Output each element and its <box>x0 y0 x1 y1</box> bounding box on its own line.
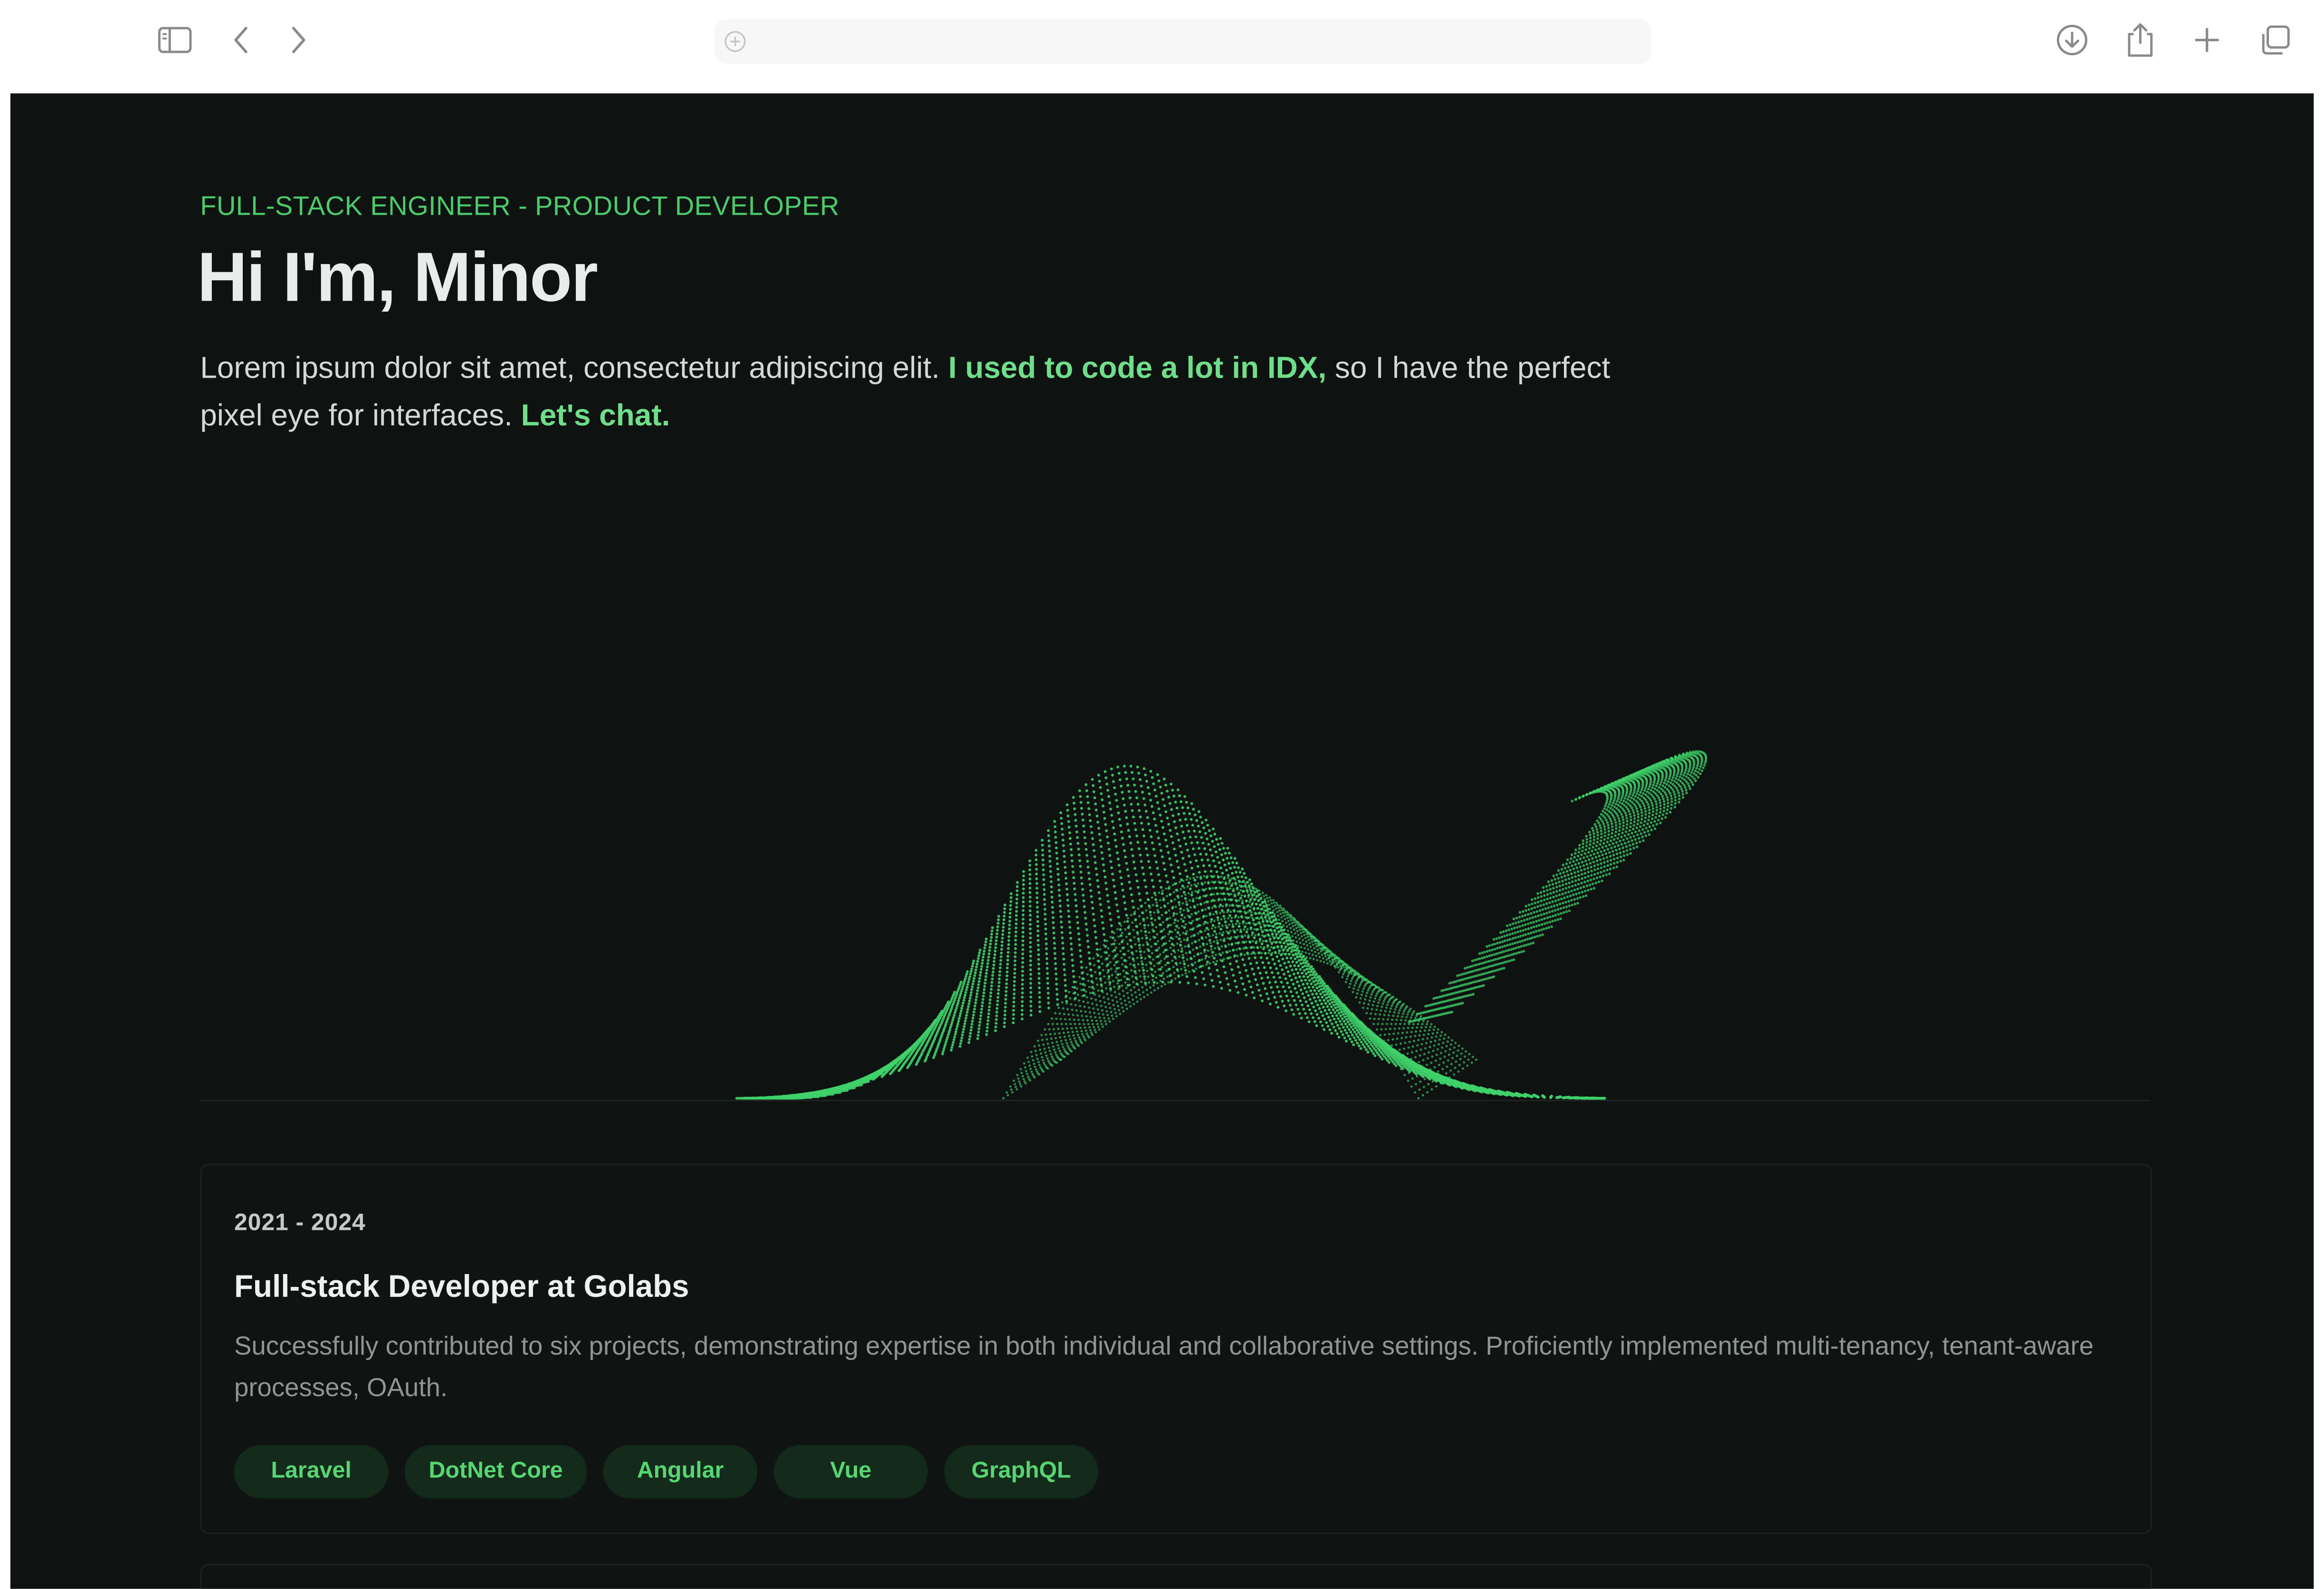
hero-intro: Lorem ipsum dolor sit amet, consectetur … <box>200 345 1667 440</box>
experience-card-partial <box>200 1563 2153 1589</box>
experience-description: Successfully contributed to six projects… <box>234 1331 2094 1402</box>
experience-card: 2021 - 2024 Full-stack Developer at Gola… <box>200 1163 2153 1534</box>
experience-date: 2021 - 2024 <box>234 1211 366 1237</box>
portfolio-page: FULL-STACK ENGINEER - PRODUCT DEVELOPER … <box>10 93 2314 1589</box>
dotted-wave-graphic <box>735 750 1707 1100</box>
chevron-left-icon[interactable] <box>222 21 261 59</box>
download-icon[interactable] <box>2053 21 2091 59</box>
idx-link[interactable]: I used to code a lot in IDX, <box>948 351 1326 385</box>
tech-tags: Laravel DotNet Core Angular Vue GraphQL <box>234 1445 1098 1499</box>
section-divider <box>200 1100 2151 1102</box>
browser-window: FULL-STACK ENGINEER - PRODUCT DEVELOPER … <box>0 0 2324 1589</box>
chevron-right-icon[interactable] <box>279 21 317 59</box>
lets-chat-link[interactable]: Let's chat. <box>521 399 670 433</box>
browser-toolbar <box>0 0 2324 94</box>
tag-dotnet-core: DotNet Core <box>404 1445 587 1499</box>
tag-graphql: GraphQL <box>944 1445 1098 1499</box>
share-icon[interactable] <box>2121 21 2160 59</box>
sidebar-icon[interactable] <box>156 21 194 59</box>
tag-laravel: Laravel <box>234 1445 389 1499</box>
hero-title: Hi I'm, Minor <box>197 237 598 316</box>
role-subtitle: FULL-STACK ENGINEER - PRODUCT DEVELOPER <box>200 191 839 221</box>
tabs-overview-icon[interactable] <box>2256 21 2295 59</box>
hero-intro-text: Lorem ipsum dolor sit amet, consectetur … <box>200 351 949 386</box>
experience-title: Full-stack Developer at Golabs <box>234 1270 689 1304</box>
tag-vue: Vue <box>773 1445 928 1499</box>
plus-circle-icon <box>724 31 746 52</box>
plus-icon[interactable] <box>2188 21 2226 59</box>
address-bar[interactable] <box>714 19 1651 64</box>
tag-angular: Angular <box>603 1445 758 1499</box>
